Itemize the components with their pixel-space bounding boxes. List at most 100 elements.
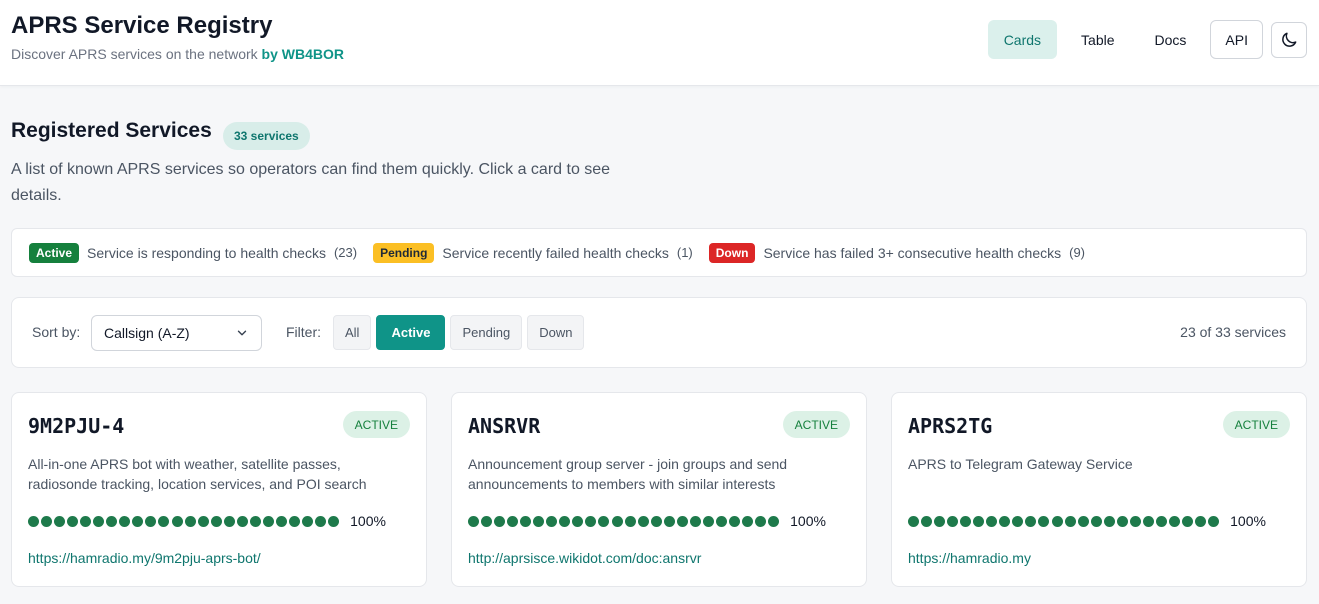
uptime-dot — [145, 515, 157, 527]
card-url-link[interactable]: http://aprsisce.wikidot.com/doc:ansrvr — [468, 550, 701, 566]
uptime-percent: 100% — [350, 513, 386, 529]
uptime-dot — [1064, 515, 1076, 527]
uptime-dot — [676, 515, 688, 527]
uptime-dot — [1142, 515, 1154, 527]
uptime-dot — [28, 515, 39, 527]
sort-select[interactable]: Callsign (A-Z) — [91, 315, 262, 351]
active-pill: Active — [29, 242, 80, 263]
uptime-dot — [1168, 515, 1180, 527]
sort-label: Sort by: — [32, 324, 81, 340]
uptime-dot — [546, 515, 558, 527]
uptime-dots — [468, 515, 781, 527]
legend-text: Service has failed 3+ consecutive health… — [763, 244, 1062, 261]
uptime-dot — [728, 515, 740, 527]
uptime-dot — [1038, 515, 1050, 527]
uptime-dot — [1012, 515, 1024, 527]
uptime-dot — [768, 515, 780, 527]
uptime-dot — [533, 515, 545, 527]
card-description: All-in-one APRS bot with weather, satell… — [28, 456, 367, 492]
uptime-dot — [689, 515, 701, 527]
app-title: APRS Service Registry — [11, 12, 273, 39]
app-subtitle: Discover APRS services on the network by… — [11, 46, 344, 62]
uptime-dot — [559, 515, 571, 527]
card-callsign: APRS2TG — [908, 414, 993, 438]
uptime-dot — [921, 515, 933, 527]
uptime-dot — [210, 515, 222, 527]
subtitle-text: Discover APRS services on the network — [11, 46, 258, 62]
uptime-dot — [650, 515, 662, 527]
uptime-dot — [908, 515, 919, 527]
uptime-dot — [132, 515, 144, 527]
section-description: A list of known APRS services so operato… — [11, 161, 611, 204]
card-url-link[interactable]: https://hamradio.my/9m2pju-aprs-bot/ — [28, 550, 261, 566]
filter-label: Filter: — [286, 324, 321, 340]
status-badge: ACTIVE — [1222, 411, 1290, 438]
nav-docs-button[interactable]: Docs — [1139, 20, 1203, 59]
uptime-dot — [934, 515, 946, 527]
legend-item-active: Active Service is responding to health c… — [29, 242, 358, 263]
legend-text: Service is responding to health checks — [87, 244, 326, 261]
uptime-dot — [171, 515, 183, 527]
uptime-dot — [1155, 515, 1167, 527]
service-count-badge: 33 services — [223, 122, 310, 150]
service-card[interactable]: ANSRVR ACTIVE Announcement group server … — [451, 392, 867, 587]
uptime-dot — [1116, 515, 1128, 527]
down-pill: Down — [708, 242, 756, 263]
author-link[interactable]: by WB4BOR — [262, 46, 344, 62]
legend-count: (23) — [333, 245, 358, 260]
theme-toggle-button[interactable] — [1271, 21, 1307, 58]
uptime-dot — [481, 515, 493, 527]
uptime-dot — [41, 515, 53, 527]
uptime-dot — [663, 515, 675, 527]
moon-icon — [1282, 32, 1297, 47]
uptime-dot — [67, 515, 79, 527]
uptime-dot — [598, 515, 610, 527]
filter-pending-button[interactable]: Pending — [450, 315, 523, 350]
uptime-dot — [1077, 515, 1089, 527]
uptime-percent: 100% — [790, 513, 826, 529]
uptime-dot — [468, 515, 479, 527]
legend-item-pending: Pending Service recently failed health c… — [373, 242, 693, 263]
status-badge: ACTIVE — [782, 411, 850, 438]
uptime-bar: 100% — [468, 513, 826, 529]
filter-all-button[interactable]: All — [333, 315, 372, 350]
card-url-link[interactable]: https://hamradio.my — [908, 550, 1031, 566]
uptime-dot — [1090, 515, 1102, 527]
uptime-dot — [236, 515, 248, 527]
uptime-dot — [986, 515, 998, 527]
card-description: Announcement group server - join groups … — [468, 456, 788, 492]
nav-api-button[interactable]: API — [1210, 20, 1263, 59]
uptime-dot — [1195, 515, 1207, 527]
uptime-percent: 100% — [1230, 513, 1266, 529]
uptime-dot — [1025, 515, 1037, 527]
uptime-dot — [275, 515, 287, 527]
service-card[interactable]: APRS2TG ACTIVE APRS to Telegram Gateway … — [891, 392, 1307, 587]
uptime-dot — [249, 515, 261, 527]
uptime-dot — [301, 515, 313, 527]
uptime-dot — [507, 515, 519, 527]
uptime-dot — [288, 515, 300, 527]
uptime-dots — [28, 515, 341, 527]
filter-active-button[interactable]: Active — [376, 315, 446, 350]
legend-count: (1) — [676, 245, 693, 260]
uptime-dot — [741, 515, 753, 527]
uptime-dot — [1129, 515, 1141, 527]
uptime-dot — [520, 515, 532, 527]
nav-cards-button[interactable]: Cards — [987, 20, 1058, 59]
service-card[interactable]: 9M2PJU-4 ACTIVE All-in-one APRS bot with… — [11, 392, 427, 587]
filter-down-button[interactable]: Down — [527, 315, 585, 350]
uptime-dot — [494, 515, 506, 527]
uptime-dots — [908, 515, 1221, 527]
uptime-dot — [999, 515, 1011, 527]
uptime-dot — [1051, 515, 1063, 527]
status-badge: ACTIVE — [342, 411, 410, 438]
card-description: APRS to Telegram Gateway Service — [908, 456, 1133, 472]
legend-count: (9) — [1069, 245, 1085, 260]
nav-table-button[interactable]: Table — [1065, 20, 1130, 59]
uptime-dot — [947, 515, 959, 527]
app-header: APRS Service Registry Discover APRS serv… — [0, 0, 1319, 86]
sort-value: Callsign (A-Z) — [104, 325, 190, 341]
uptime-dot — [960, 515, 972, 527]
uptime-dot — [715, 515, 727, 527]
uptime-dot — [572, 515, 584, 527]
